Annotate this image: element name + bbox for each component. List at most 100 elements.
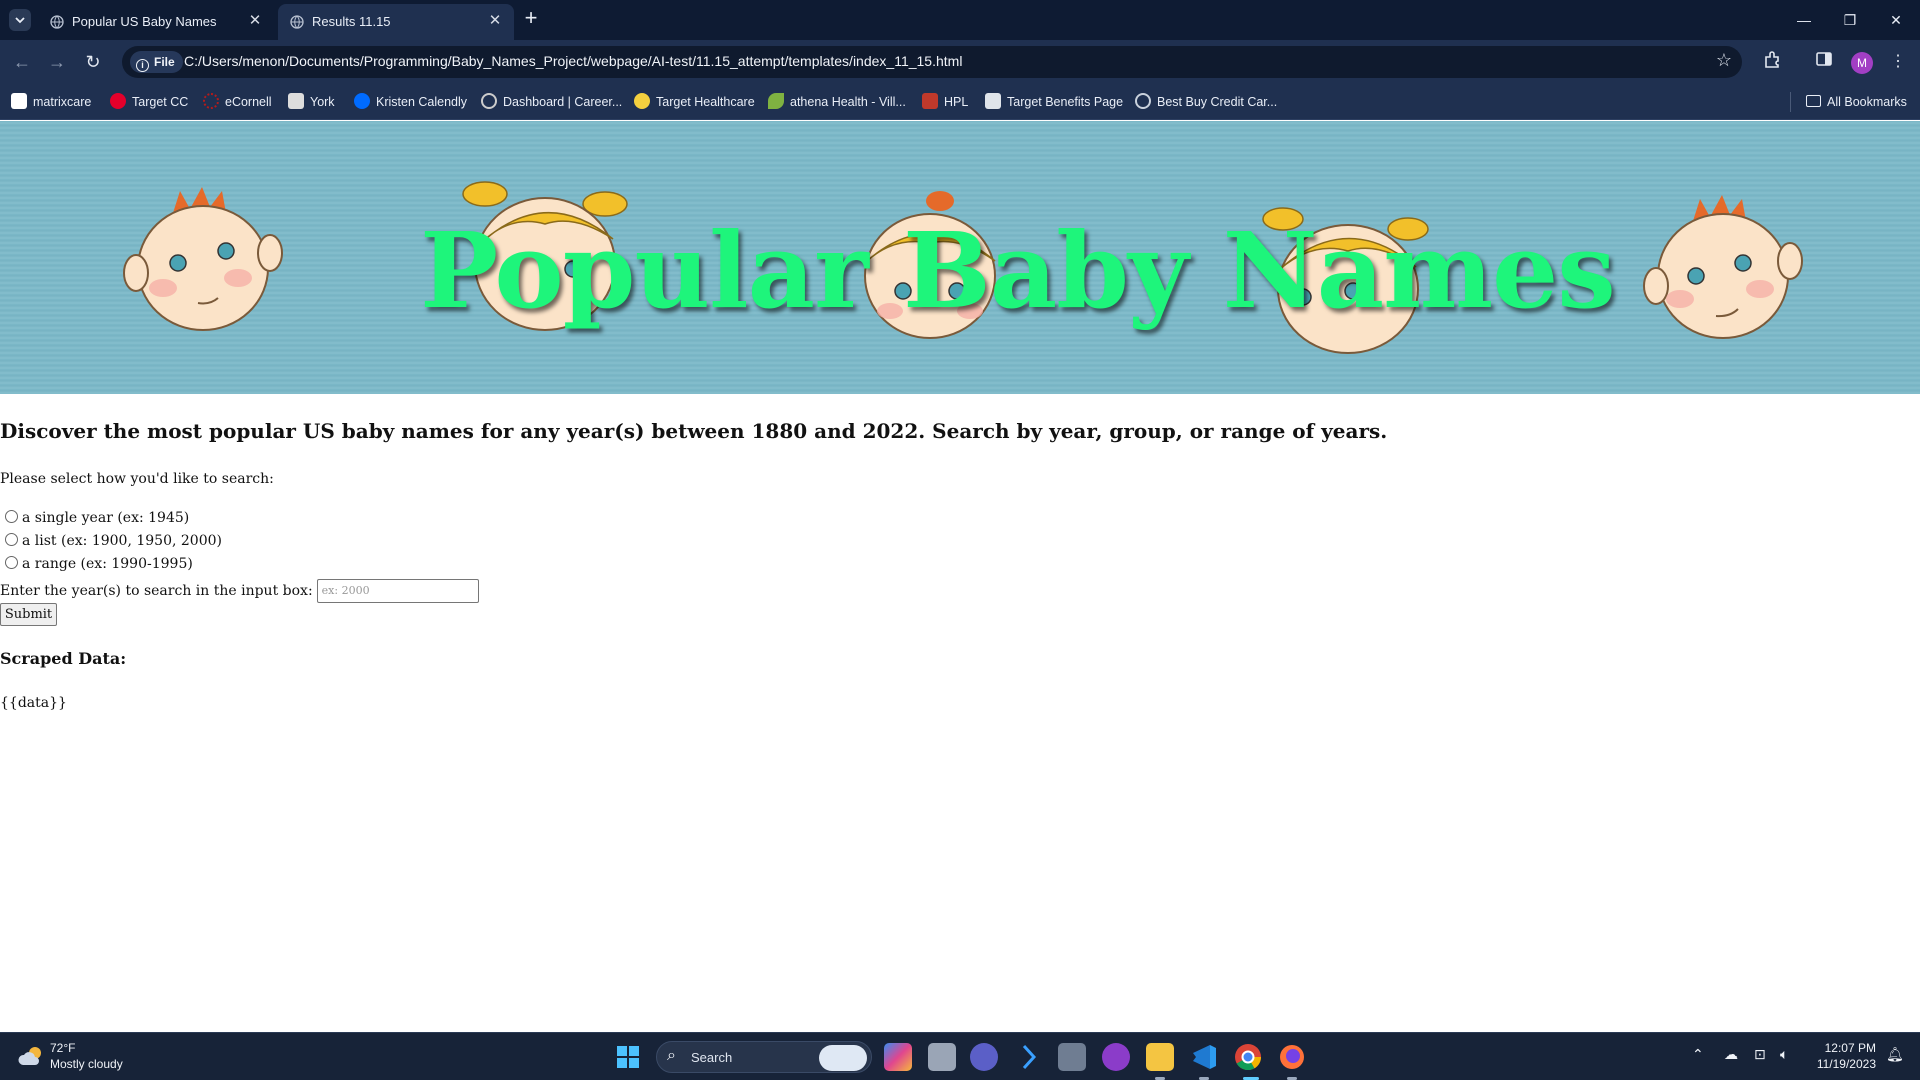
tab-results-11-15[interactable]: Results 11.15 ✕	[278, 4, 514, 40]
reload-icon[interactable]: ↻	[81, 50, 105, 74]
bookmark-label: eCornell	[225, 95, 272, 109]
option-label: a list (ex: 1900, 1950, 2000)	[22, 533, 222, 549]
athena-leaf-icon	[768, 93, 784, 109]
clipchamp-icon[interactable]	[1102, 1043, 1130, 1071]
chevron-up-icon[interactable]: ⌃	[1692, 1047, 1704, 1063]
ecornell-icon	[203, 93, 219, 109]
url-text[interactable]: C:/Users/menon/Documents/Programming/Bab…	[184, 53, 962, 69]
new-tab-icon[interactable]: +	[520, 7, 542, 30]
radio-range[interactable]	[5, 556, 18, 569]
clock-time[interactable]: 12:07 PM	[1822, 1041, 1876, 1055]
clock-date[interactable]: 11/19/2023	[1812, 1057, 1876, 1071]
network-icon[interactable]: ⊡	[1754, 1047, 1766, 1063]
volume-icon[interactable]: 🔈︎	[1780, 1047, 1788, 1063]
submit-button[interactable]: Submit	[0, 603, 57, 626]
handshake-icon	[481, 93, 497, 109]
bookmark-york[interactable]: York	[288, 92, 335, 112]
search-highlight-icon	[819, 1045, 867, 1071]
taskbar-search-placeholder: Search	[691, 1050, 733, 1065]
file-explorer-icon[interactable]	[1146, 1043, 1174, 1071]
notification-bell-icon[interactable]: 🔔︎	[1886, 1047, 1904, 1063]
all-bookmarks-button[interactable]: All Bookmarks	[1806, 92, 1907, 112]
bookmark-label: Target Benefits Page	[1007, 95, 1124, 109]
close-tab-icon[interactable]: ✕	[486, 12, 504, 30]
page-viewport: Popular Baby Names Discover the most pop…	[0, 121, 1920, 1032]
bookmark-kristen-calendly[interactable]: Kristen Calendly	[354, 92, 467, 112]
weather-description[interactable]: Mostly cloudy	[50, 1057, 123, 1071]
taskbar-search[interactable]: ⌕ Search	[656, 1041, 872, 1073]
matrixcare-icon	[11, 93, 27, 109]
bookmarks-divider	[1790, 92, 1791, 112]
vscode-icon[interactable]	[1190, 1043, 1218, 1071]
minimize-icon[interactable]: —	[1792, 8, 1816, 32]
bookmark-label: Target Healthcare	[656, 95, 755, 109]
bookmark-best-buy-credit[interactable]: Best Buy Credit Car...	[1135, 92, 1277, 112]
year-input-label: Enter the year(s) to search in the input…	[0, 583, 313, 599]
side-panel-icon[interactable]	[1812, 50, 1836, 74]
bookmark-label: York	[310, 95, 335, 109]
cloud-weather-icon[interactable]	[18, 1045, 44, 1067]
bookmark-label: matrixcare	[33, 95, 92, 109]
tab-search-button[interactable]	[9, 9, 31, 31]
more-menu-icon[interactable]: ⋮	[1886, 50, 1910, 74]
info-icon: i	[136, 59, 149, 72]
intro-heading: Discover the most popular US baby names …	[0, 419, 1388, 443]
bookmark-hpl[interactable]: HPL	[922, 92, 968, 112]
radio-list[interactable]	[5, 533, 18, 546]
bookmark-ecornell[interactable]: eCornell	[203, 92, 272, 112]
firefox-icon[interactable]	[1278, 1043, 1306, 1071]
radio-single-year[interactable]	[5, 510, 18, 523]
restore-icon[interactable]: ❐	[1838, 8, 1862, 32]
option-label: a single year (ex: 1945)	[22, 510, 190, 526]
bookmark-label: Best Buy Credit Car...	[1157, 95, 1278, 109]
calculator-icon[interactable]	[1058, 1043, 1086, 1071]
windows-start-icon[interactable]	[616, 1045, 640, 1069]
bookmark-athena-health[interactable]: athena Health - Vill...	[768, 92, 906, 112]
healthcare-icon	[634, 93, 650, 109]
windows-taskbar: 72°F Mostly cloudy ⌕ Search ⌃ ☁ ⊡ 🔈︎ 12:…	[0, 1032, 1920, 1080]
year-input[interactable]: ex: 2000	[316, 579, 479, 603]
onedrive-offline-icon[interactable]: ☁	[1724, 1047, 1738, 1063]
folder-icon	[1806, 95, 1821, 107]
back-arrow-icon[interactable]: ←	[10, 50, 34, 74]
extensions-icon[interactable]	[1760, 50, 1784, 74]
address-bar[interactable]: i File C:/Users/menon/Documents/Programmi…	[122, 46, 1742, 78]
tab-strip: Popular US Baby Names ✕ Results 11.15 ✕ …	[0, 0, 1920, 40]
bookmark-target-cc[interactable]: Target CC	[110, 92, 188, 112]
bookmark-star-icon[interactable]: ☆	[1716, 50, 1732, 71]
copilot-app-icon[interactable]	[884, 1043, 912, 1071]
calendly-icon	[354, 93, 370, 109]
tab-title: Results 11.15	[312, 14, 391, 29]
teams-chat-icon[interactable]	[970, 1043, 998, 1071]
bookmark-label: HPL	[944, 95, 969, 109]
option-range[interactable]: a range (ex: 1990-1995)	[0, 556, 193, 572]
bookmark-target-benefits[interactable]: Target Benefits Page	[985, 92, 1123, 112]
bookmark-target-healthcare[interactable]: Target Healthcare	[634, 92, 755, 112]
close-window-icon[interactable]: ✕	[1884, 8, 1908, 32]
option-single-year[interactable]: a single year (ex: 1945)	[0, 510, 189, 526]
scraped-data-content: {{data}}	[0, 695, 67, 711]
year-input-row: Enter the year(s) to search in the input…	[0, 579, 479, 603]
option-list[interactable]: a list (ex: 1900, 1950, 2000)	[0, 533, 222, 549]
benefits-page-icon	[985, 93, 1001, 109]
all-bookmarks-label: All Bookmarks	[1827, 95, 1907, 109]
globe-icon	[50, 15, 64, 29]
bookmark-matrixcare[interactable]: matrixcare	[11, 92, 91, 112]
bookmarks-bar: matrixcare Target CC eCornell York Krist…	[0, 84, 1920, 120]
forward-arrow-icon[interactable]: →	[45, 50, 69, 74]
target-logo-icon	[110, 93, 126, 109]
globe-icon	[1135, 93, 1151, 109]
chrome-icon[interactable]	[1234, 1043, 1262, 1071]
bookmark-dashboard-career[interactable]: Dashboard | Career...	[481, 92, 622, 112]
banner-title: Popular Baby Names	[420, 209, 1616, 332]
task-view-icon[interactable]	[928, 1043, 956, 1071]
chevron-down-icon	[15, 17, 25, 24]
close-tab-icon[interactable]: ✕	[246, 12, 264, 30]
bookmark-label: Dashboard | Career...	[503, 95, 623, 109]
site-info-button[interactable]: i File	[130, 51, 183, 73]
weather-temperature[interactable]: 72°F	[50, 1041, 75, 1055]
power-automate-icon[interactable]	[1014, 1043, 1042, 1071]
tab-popular-us-baby-names[interactable]: Popular US Baby Names ✕	[38, 4, 274, 40]
search-icon: ⌕	[667, 1047, 676, 1064]
profile-avatar[interactable]: M	[1851, 52, 1873, 74]
